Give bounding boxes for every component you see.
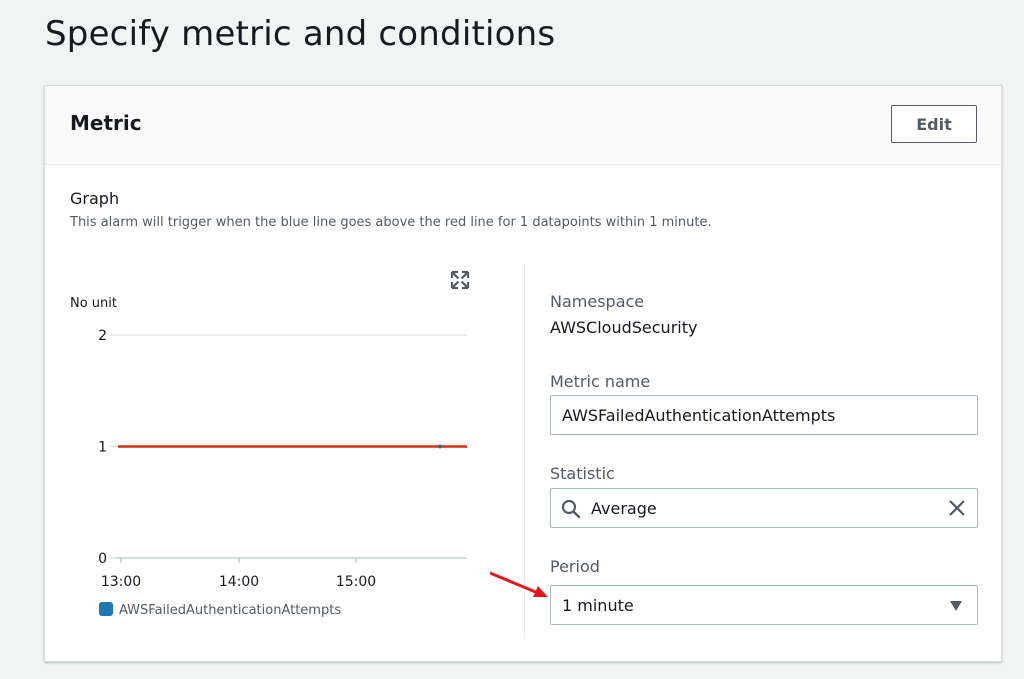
- namespace-value: AWSCloudSecurity: [550, 318, 698, 337]
- panel-title: Metric: [70, 111, 142, 135]
- y-tick-label: 1: [98, 440, 107, 456]
- chart-plot: No unit 2 1 0 13:00 14:00 15:00 AWSFailedAuthen…: [70, 296, 467, 618]
- metric-name-label: Metric name: [550, 372, 651, 391]
- namespace-label: Namespace: [550, 292, 645, 311]
- data-point: [438, 444, 442, 449]
- legend-label: AWSFailedAuthenticationAttempts: [119, 603, 341, 618]
- x-tick-label: 14:00: [219, 574, 259, 590]
- legend-swatch: [99, 602, 113, 616]
- period-label: Period: [550, 557, 600, 576]
- period-value: 1 minute: [562, 596, 634, 615]
- statistic-field[interactable]: Average: [550, 488, 978, 528]
- metric-panel-header: Metric Edit: [45, 86, 1001, 165]
- metric-name-field[interactable]: AWSFailedAuthenticationAttempts: [550, 395, 978, 435]
- y-axis-label: No unit: [70, 296, 117, 311]
- expand-icon[interactable]: [449, 269, 471, 291]
- annotation-arrow: [489, 571, 548, 597]
- metric-name-value: AWSFailedAuthenticationAttempts: [562, 406, 836, 425]
- period-select[interactable]: 1 minute: [550, 585, 978, 625]
- page-title: Specify metric and conditions: [45, 14, 556, 54]
- search-icon: [561, 499, 581, 519]
- statistic-value: Average: [591, 499, 657, 518]
- x-tick-label: 13:00: [101, 574, 141, 590]
- x-tick-label: 15:00: [336, 574, 376, 590]
- caret-down-icon: [950, 601, 962, 611]
- y-tick-label: 0: [98, 551, 107, 567]
- graph-heading: Graph: [70, 189, 120, 208]
- edit-button[interactable]: Edit: [891, 105, 977, 143]
- statistic-label: Statistic: [550, 464, 615, 483]
- y-tick-label: 2: [98, 328, 107, 344]
- graph-description: This alarm will trigger when the blue li…: [70, 215, 712, 230]
- metric-chart: No unit 2 1 0 13:00 14:00 15:00 AWSFailedAuthen…: [65, 264, 505, 634]
- close-icon[interactable]: [947, 498, 967, 518]
